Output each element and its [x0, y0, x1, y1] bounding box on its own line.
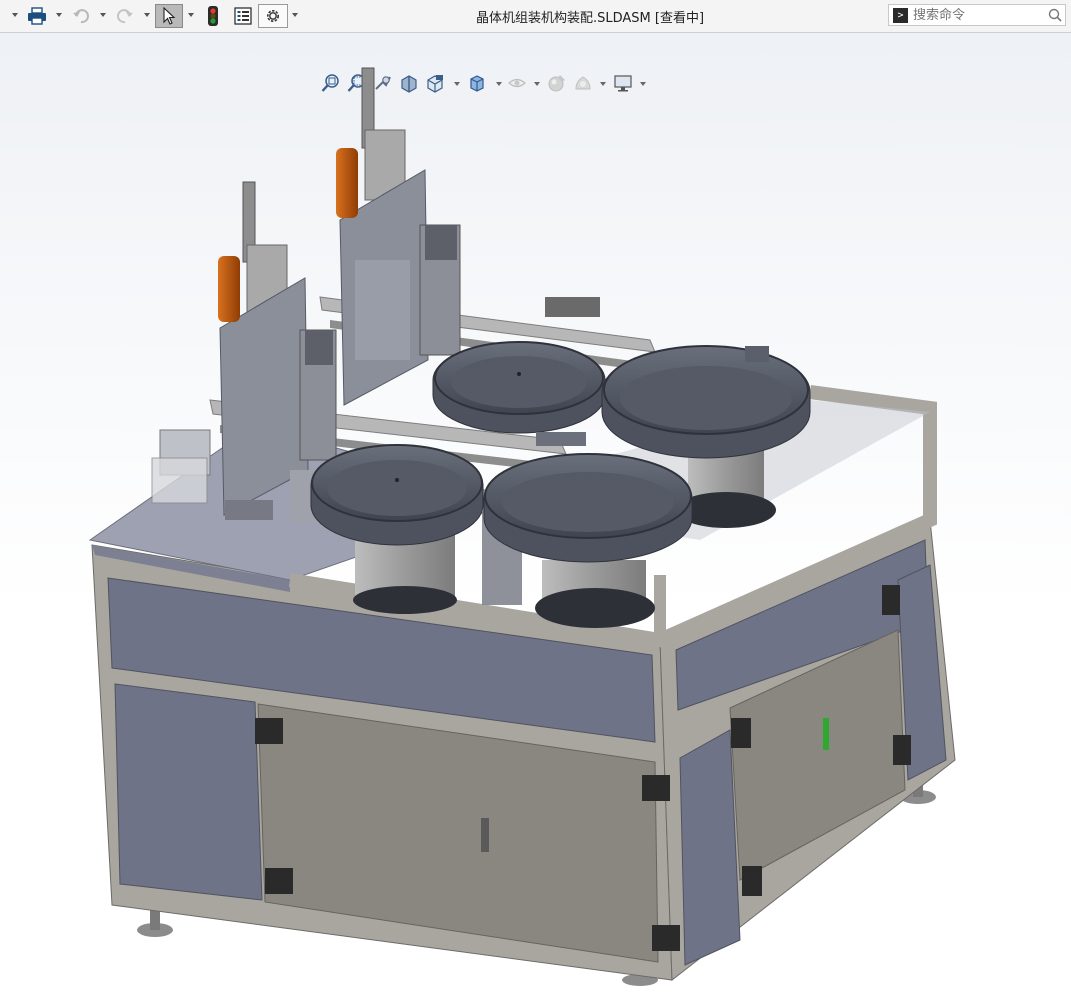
- title-bar: 晶体机组装机构装配.SLDASM [查看中] >: [0, 0, 1071, 33]
- right-lower-left-panel: [679, 729, 741, 966]
- right-door-handle[interactable]: [823, 718, 829, 750]
- traffic-light-icon[interactable]: [203, 4, 223, 28]
- undo-icon[interactable]: [70, 4, 92, 28]
- feeder-bowl-rear-left[interactable]: [432, 341, 606, 434]
- front-servo-motor: [218, 256, 240, 322]
- front-door-handle[interactable]: [481, 818, 489, 852]
- select-dropdown-arrow[interactable]: [188, 13, 194, 17]
- file-properties-icon[interactable]: [231, 4, 255, 28]
- window-title: 晶体机组装机构装配.SLDASM [查看中]: [475, 11, 705, 26]
- redo-dropdown-arrow[interactable]: [144, 13, 150, 17]
- assembly-3d-model[interactable]: [0, 33, 1071, 996]
- rear-servo-motor: [336, 148, 358, 218]
- front-left-panel: [114, 683, 263, 901]
- search-input[interactable]: [913, 6, 1043, 24]
- rear-pick-and-place-module: [336, 67, 461, 406]
- redo-icon[interactable]: [114, 4, 136, 28]
- search-box[interactable]: >: [888, 4, 1066, 26]
- print-icon[interactable]: [26, 4, 48, 28]
- undo-dropdown-arrow[interactable]: [100, 13, 106, 17]
- print-dropdown-arrow[interactable]: [56, 13, 62, 17]
- options-dropdown-arrow[interactable]: [292, 13, 298, 17]
- command-prompt-icon: >: [893, 8, 908, 23]
- search-icon[interactable]: [1048, 7, 1062, 26]
- select-cursor-icon[interactable]: [155, 4, 183, 28]
- graphics-viewport[interactable]: [0, 33, 1071, 996]
- menu-dropdown-arrow[interactable]: [12, 13, 18, 17]
- options-gear-icon[interactable]: [258, 4, 288, 28]
